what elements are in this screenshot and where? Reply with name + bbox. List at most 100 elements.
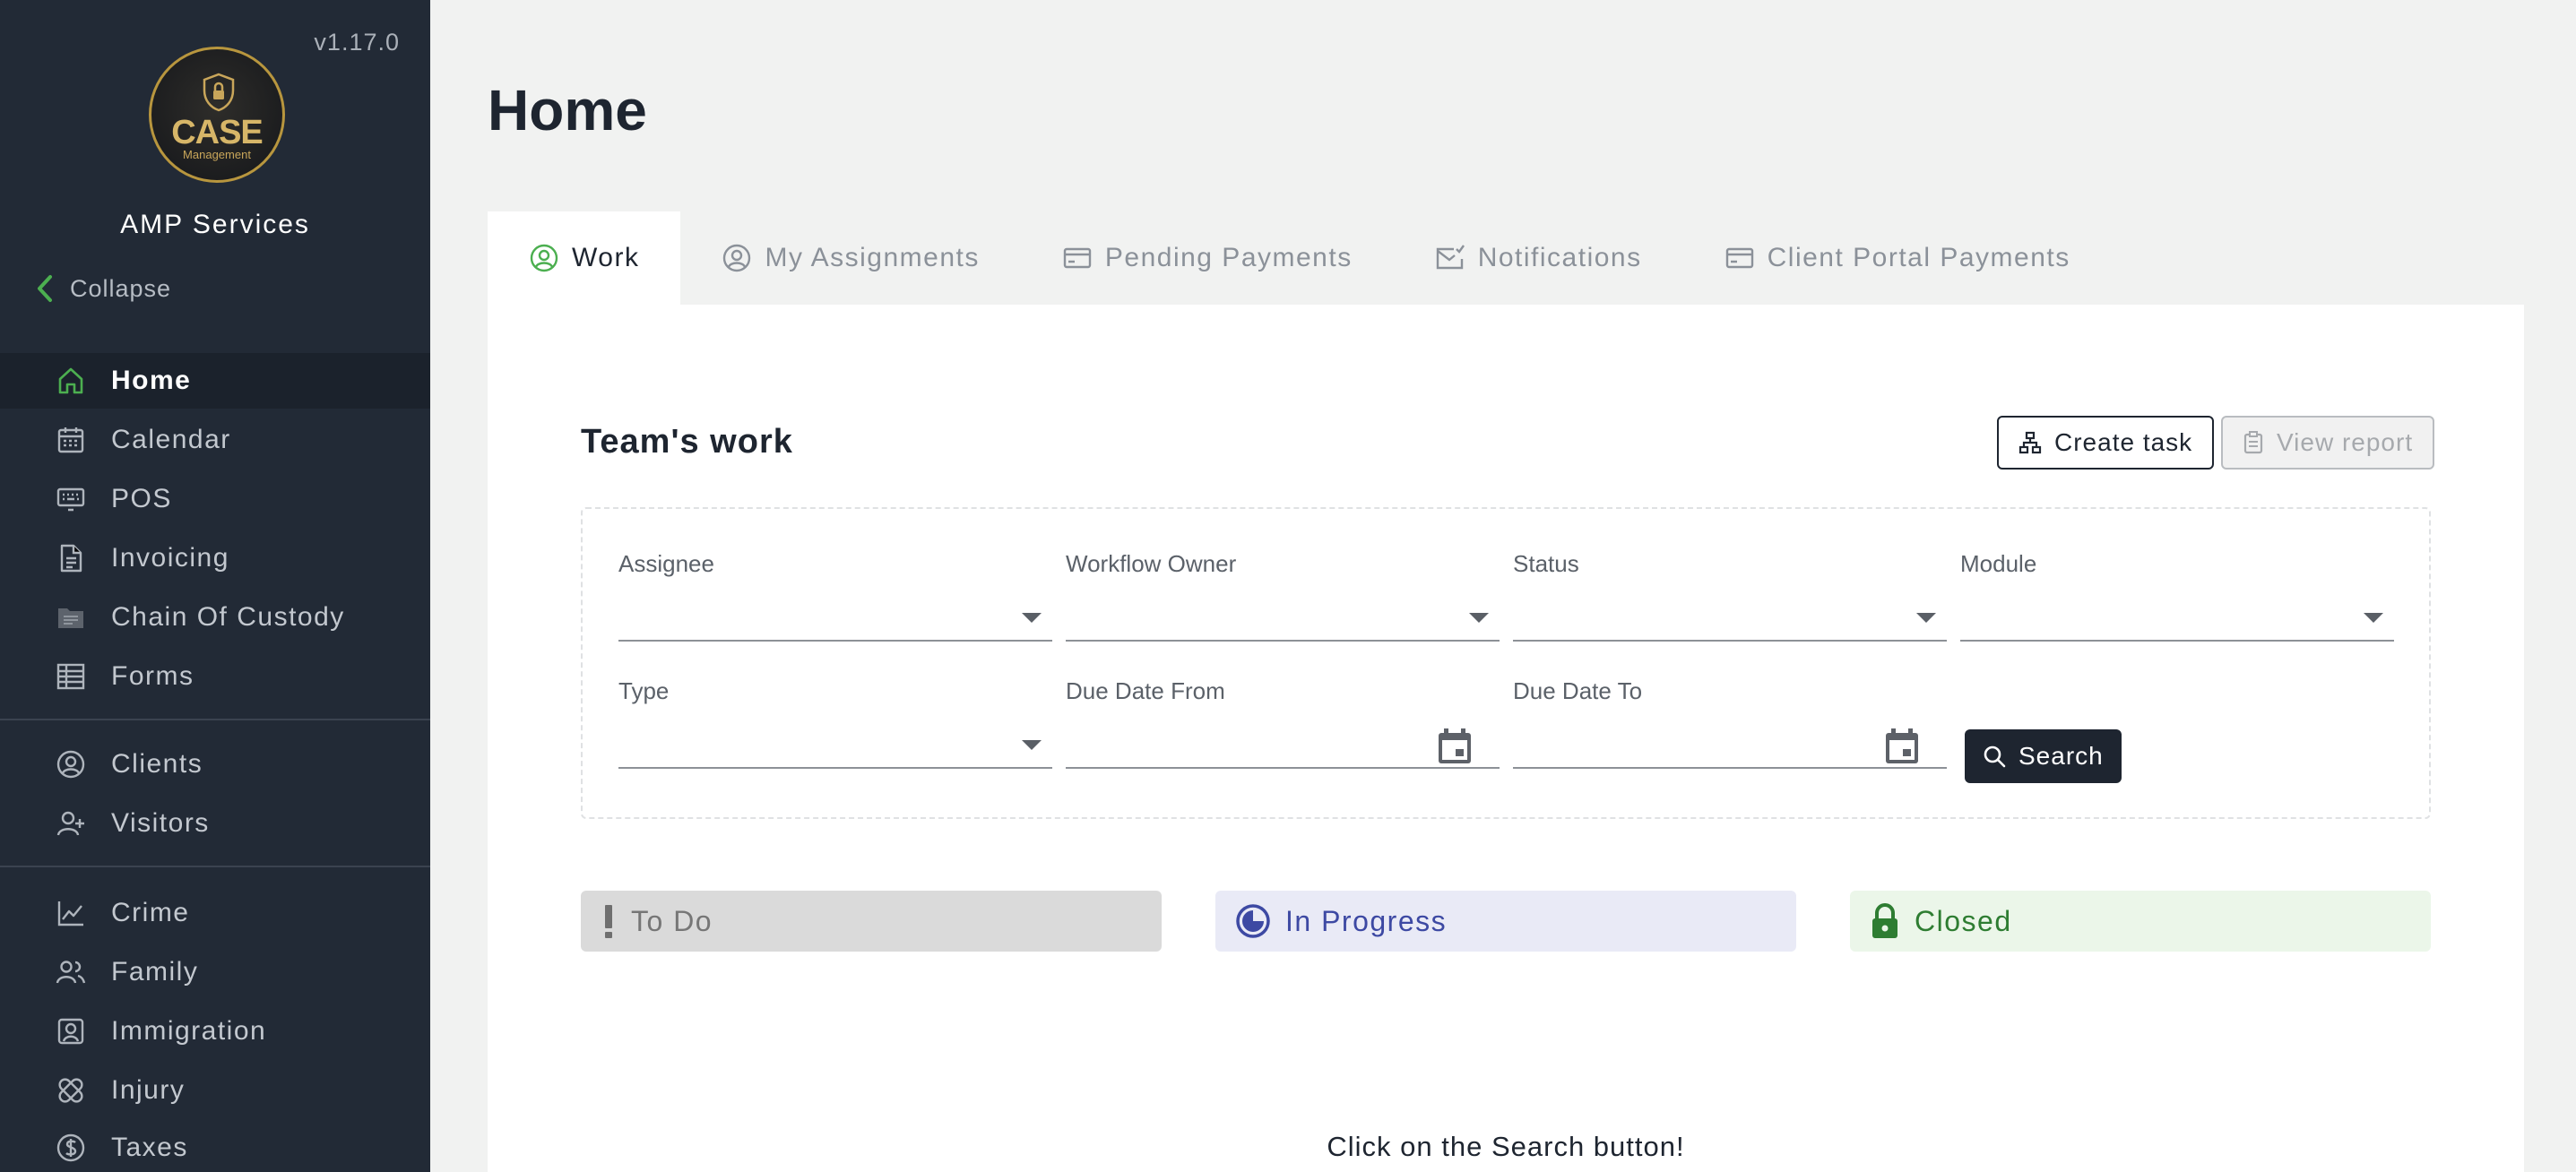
folder-icon xyxy=(58,608,83,628)
bandage-icon xyxy=(58,1078,83,1103)
collapse-label: Collapse xyxy=(70,274,172,302)
sidebar-item-invoicing[interactable]: Invoicing xyxy=(0,530,430,586)
filter-box: Assignee Workflow Owner Status Module Ty… xyxy=(581,507,2431,819)
sidebar-item-visitors[interactable]: Visitors xyxy=(0,796,430,851)
tab-label: Pending Payments xyxy=(1104,243,1353,272)
keyboard-icon xyxy=(56,487,85,512)
logo-subtext: Management xyxy=(183,148,251,161)
sidebar-item-label: Clients xyxy=(111,749,203,779)
users-icon xyxy=(56,961,86,984)
dropdown-arrow-icon xyxy=(1469,613,1489,623)
dollar-circle-icon xyxy=(56,1133,85,1162)
mail-check-icon xyxy=(1436,245,1465,270)
status-select[interactable]: Status xyxy=(1513,550,1947,643)
section-title: Team's work xyxy=(581,423,793,461)
search-button[interactable]: Search xyxy=(1965,729,2122,783)
sitemap-icon xyxy=(2018,431,2042,454)
sidebar-item-label: Injury xyxy=(111,1075,186,1105)
user-circle-icon xyxy=(723,244,751,272)
home-tabs: Work My Assignments Pending Payments Not… xyxy=(488,211,2112,305)
sidebar-item-label: Visitors xyxy=(111,808,210,838)
shield-lock-icon xyxy=(203,73,235,112)
calendar-icon xyxy=(57,427,84,453)
tab-my-assignments[interactable]: My Assignments xyxy=(680,211,1020,305)
organization-name: AMP Services xyxy=(120,210,310,239)
view-report-label: View report xyxy=(2277,428,2414,456)
sidebar-item-calendar[interactable]: Calendar xyxy=(0,412,430,468)
module-label: Module xyxy=(1960,550,2037,577)
progress-circle-icon xyxy=(1236,904,1270,938)
sidebar-item-immigration[interactable]: Immigration xyxy=(0,1004,430,1059)
collapse-sidebar-button[interactable]: Collapse xyxy=(36,274,171,303)
view-report-button[interactable]: View report xyxy=(2221,416,2435,470)
status-in-progress-column: In Progress xyxy=(1215,891,1796,952)
tab-label: My Assignments xyxy=(765,243,980,272)
sidebar-item-chain-of-custody[interactable]: Chain Of Custody xyxy=(0,590,430,645)
id-badge-icon xyxy=(57,1018,84,1045)
workflow-owner-select[interactable]: Workflow Owner xyxy=(1066,550,1500,643)
search-icon xyxy=(1984,745,2006,768)
status-closed-label: Closed xyxy=(1915,904,2012,937)
due-date-from-label: Due Date From xyxy=(1066,677,1225,704)
sidebar-item-home[interactable]: Home xyxy=(0,353,430,409)
assignee-label: Assignee xyxy=(618,550,714,577)
module-select[interactable]: Module xyxy=(1960,550,2394,643)
tab-pending-payments[interactable]: Pending Payments xyxy=(1021,211,1394,305)
sidebar-item-crime[interactable]: Crime xyxy=(0,885,430,941)
user-plus-icon xyxy=(56,811,84,836)
sidebar-item-family[interactable]: Family xyxy=(0,944,430,1000)
sidebar: v1.17.0 CASE Management AMP Services Col… xyxy=(0,0,430,1172)
status-closed-column: Closed xyxy=(1850,891,2431,952)
workflow-owner-label: Workflow Owner xyxy=(1066,550,1237,577)
sidebar-divider xyxy=(0,719,430,720)
due-date-from-field[interactable]: Due Date From xyxy=(1066,677,1500,771)
calendar-picker-icon[interactable] xyxy=(1884,728,1920,765)
sidebar-item-label: Chain Of Custody xyxy=(111,602,345,632)
sidebar-item-label: Taxes xyxy=(111,1133,188,1162)
type-select[interactable]: Type xyxy=(618,677,1052,771)
sidebar-item-label: Invoicing xyxy=(111,543,229,573)
form-table-icon xyxy=(56,663,85,690)
sidebar-item-forms[interactable]: Forms xyxy=(0,649,430,704)
type-label: Type xyxy=(618,677,670,704)
search-label: Search xyxy=(2018,742,2104,770)
credit-card-icon xyxy=(1063,247,1092,269)
status-todo-label: To Do xyxy=(631,904,713,937)
tab-notifications[interactable]: Notifications xyxy=(1394,211,1683,305)
assignee-select[interactable]: Assignee xyxy=(618,550,1052,643)
chart-line-icon xyxy=(57,901,83,926)
status-label: Status xyxy=(1513,550,1579,577)
credit-card-icon xyxy=(1725,247,1753,269)
exclamation-icon xyxy=(605,905,612,938)
logo-text: CASE xyxy=(171,114,264,151)
empty-state-message: Click on the Search button! xyxy=(1327,1131,1685,1162)
status-in-progress-label: In Progress xyxy=(1285,904,1448,937)
create-task-button[interactable]: Create task xyxy=(1997,416,2215,470)
sidebar-item-label: Immigration xyxy=(111,1016,267,1046)
calendar-picker-icon[interactable] xyxy=(1437,728,1473,765)
chevron-left-icon xyxy=(38,275,52,302)
work-panel: Team's work Create task View report Assi… xyxy=(488,305,2524,1172)
case-management-logo: CASE Management xyxy=(149,47,285,183)
sidebar-item-label: POS xyxy=(111,484,172,513)
document-icon xyxy=(60,544,82,573)
due-date-to-label: Due Date To xyxy=(1513,677,1643,704)
user-circle-icon xyxy=(530,244,558,272)
dropdown-arrow-icon xyxy=(2364,613,2383,623)
dropdown-arrow-icon xyxy=(1022,613,1042,623)
sidebar-item-label: Home xyxy=(111,366,192,395)
tab-work[interactable]: Work xyxy=(488,211,681,305)
status-todo-column: To Do xyxy=(581,891,1162,952)
sidebar-item-injury[interactable]: Injury xyxy=(0,1063,430,1118)
clipboard-icon xyxy=(2243,431,2263,454)
due-date-to-field[interactable]: Due Date To xyxy=(1513,677,1947,771)
sidebar-item-pos[interactable]: POS xyxy=(0,471,430,527)
tab-client-portal-payments[interactable]: Client Portal Payments xyxy=(1683,211,2112,305)
dropdown-arrow-icon xyxy=(1916,613,1936,623)
user-circle-icon xyxy=(56,750,85,779)
sidebar-item-taxes[interactable]: Taxes xyxy=(0,1120,430,1172)
sidebar-divider xyxy=(0,866,430,867)
sidebar-item-clients[interactable]: Clients xyxy=(0,737,430,792)
sidebar-item-label: Forms xyxy=(111,661,194,691)
home-icon xyxy=(58,367,83,394)
